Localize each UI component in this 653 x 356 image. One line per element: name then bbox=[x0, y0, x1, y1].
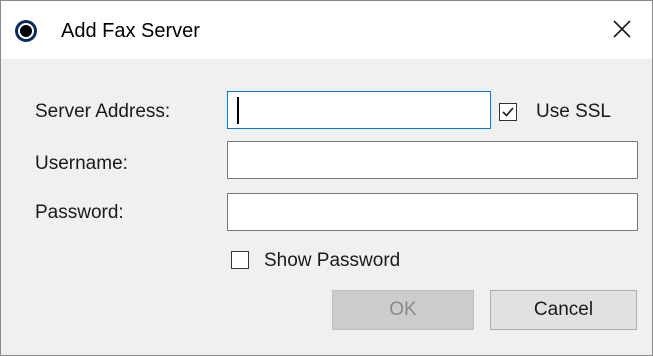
ok-button[interactable]: OK bbox=[332, 290, 474, 330]
checkmark-icon bbox=[502, 107, 514, 117]
show-password-label[interactable]: Show Password bbox=[264, 249, 400, 273]
username-input[interactable] bbox=[227, 141, 638, 179]
server-address-input[interactable] bbox=[227, 91, 491, 129]
add-fax-server-dialog: Add Fax Server Server Address: Use SSL U… bbox=[0, 0, 653, 356]
username-label: Username: bbox=[35, 153, 128, 174]
password-input[interactable] bbox=[227, 193, 638, 231]
window-title: Add Fax Server bbox=[61, 20, 200, 42]
server-address-label: Server Address: bbox=[35, 101, 171, 122]
show-password-checkbox[interactable] bbox=[231, 251, 249, 269]
radio-dot-icon bbox=[14, 19, 38, 43]
password-label: Password: bbox=[35, 202, 124, 223]
use-ssl-label[interactable]: Use SSL bbox=[536, 100, 611, 124]
use-ssl-checkbox[interactable] bbox=[499, 103, 517, 121]
cancel-button[interactable]: Cancel bbox=[490, 290, 637, 330]
text-caret bbox=[237, 97, 239, 124]
title-bar: Add Fax Server bbox=[1, 1, 652, 59]
close-icon bbox=[613, 20, 631, 38]
close-button[interactable] bbox=[594, 1, 652, 59]
